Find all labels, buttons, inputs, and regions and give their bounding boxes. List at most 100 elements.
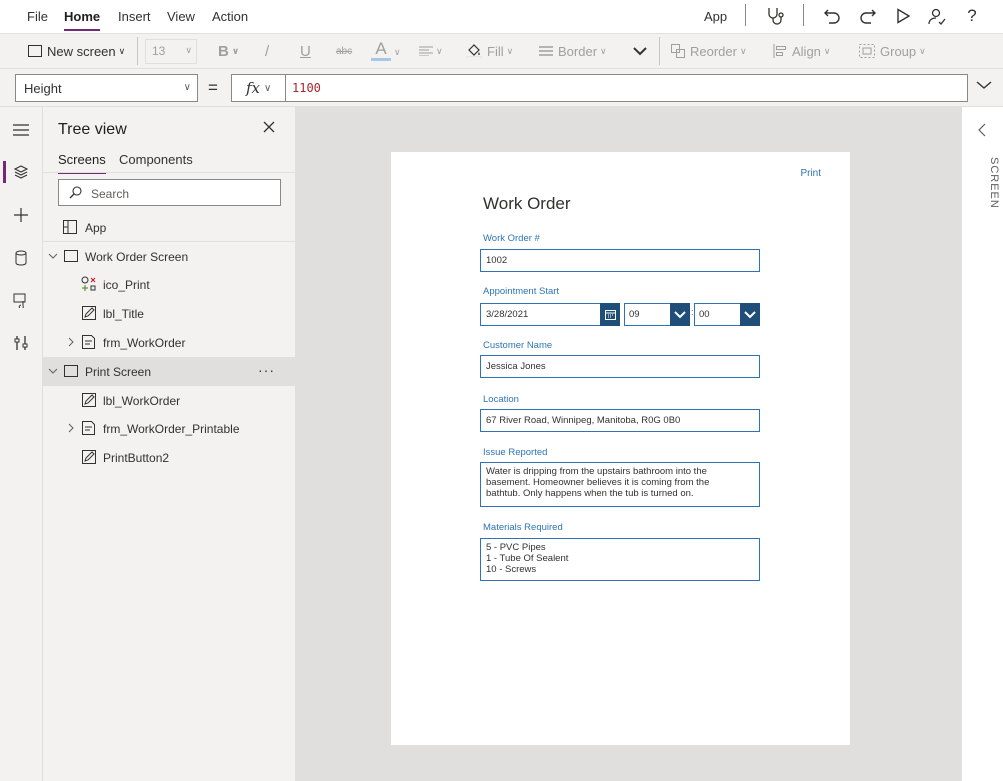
menu-insert[interactable]: Insert [118,9,151,24]
app-checker-icon[interactable] [764,5,786,27]
tab-components[interactable]: Components [119,152,193,167]
border-icon [539,46,553,56]
media-icon[interactable] [10,289,32,311]
divider [745,4,746,26]
tree-item-label: lbl_Title [103,306,144,321]
tree-item-label: ico_Print [103,277,150,292]
customer-name-field[interactable]: Jessica Jones [480,355,760,378]
tree-item-frm-workorder[interactable]: frm_WorkOrder [43,328,296,357]
chevron-down-icon: ∨ [823,45,831,56]
layers-icon[interactable] [10,161,32,183]
tree-item-lbl-workorder[interactable]: lbl_WorkOrder [43,386,296,415]
close-icon[interactable] [263,121,279,137]
new-screen-icon [28,45,42,57]
label-edit-icon [82,306,98,322]
help-icon[interactable]: ? [961,5,983,27]
tree-item-ico-print[interactable]: ico_Print [43,270,296,299]
advanced-tools-icon[interactable] [10,332,32,354]
chevron-down-icon: ∨ [919,45,926,56]
tree-item-print-screen[interactable]: Print Screen ··· [43,357,296,386]
fill-button[interactable]: Fill ∨ [466,34,513,68]
align-button[interactable]: Align ∨ [773,34,831,68]
underline-button[interactable]: U [300,34,311,68]
tree-item-frm-workorder-printable[interactable]: frm_WorkOrder_Printable [43,414,296,443]
search-input[interactable]: Search [58,179,281,206]
menu-action[interactable]: Action [212,9,248,24]
calendar-icon[interactable] [600,303,620,326]
chevron-down-icon: ∨ [264,82,272,94]
issue-reported-label: Issue Reported [483,447,548,458]
ribbon-toolbar: New screen ∨ 13 ∨ B ∨ / U abc A ∨ ∨ Fill ∨ B… [0,33,1003,69]
play-icon[interactable] [892,5,914,27]
insert-plus-icon[interactable] [10,204,32,226]
font-color-button[interactable]: A [371,34,391,68]
print-screen-canvas[interactable]: Print Work Order Work Order # 1002 Appoi… [391,152,850,745]
formula-input[interactable]: 1100 [285,74,968,102]
materials-required-field[interactable]: 5 - PVC Pipes 1 - Tube Of Sealent 10 - S… [480,538,760,581]
chevron-down-icon[interactable]: ∨ [391,35,401,69]
new-screen-button[interactable]: New screen ∨ [28,34,125,68]
chevron-down-icon [633,47,647,56]
share-icon[interactable] [926,5,948,27]
menu-home[interactable]: Home [64,9,101,31]
ribbon-collapse-button[interactable] [632,34,648,68]
tree-item-lbl-title[interactable]: lbl_Title [43,299,296,328]
data-cylinder-icon[interactable] [10,247,32,269]
divider [43,172,296,173]
minute-dropdown[interactable]: 00 [694,303,760,326]
strikethrough-button[interactable]: abc [336,34,352,68]
active-indicator [3,161,6,183]
divider [659,37,660,65]
tab-screens[interactable]: Screens [58,152,106,174]
new-screen-label: New screen [47,43,116,59]
expand-formula-icon[interactable] [975,79,997,97]
work-order-title: Work Order [483,194,571,213]
tree-item-label: lbl_WorkOrder [103,393,181,408]
bold-label: B [218,42,229,60]
divider [803,4,804,26]
italic-label: / [265,42,270,60]
menu-bar: File Home Insert View Action App ? [0,0,1003,33]
tree-item-app[interactable]: App [43,213,296,242]
undo-icon[interactable] [821,5,843,27]
chevron-down-icon: ∨ [183,82,191,93]
border-button[interactable]: Border ∨ [539,34,607,68]
more-options-icon[interactable]: ··· [258,362,275,378]
issue-reported-field[interactable]: Water is dripping from the upstairs bath… [480,462,760,507]
menu-file[interactable]: File [27,9,48,24]
chevron-down-icon[interactable] [48,366,60,378]
location-field[interactable]: 67 River Road, Winnipeg, Manitoba, R0G 0… [480,409,760,432]
tree-item-work-order-screen[interactable]: Work Order Screen [43,242,296,271]
chevron-down-icon [670,303,690,326]
left-rail [0,107,43,781]
chevron-left-icon[interactable] [977,123,987,137]
tree-item-label: PrintButton2 [103,450,170,465]
font-size-value: 13 [152,44,166,58]
tree-item-printbutton2[interactable]: PrintButton2 [43,443,296,472]
print-link[interactable]: Print [800,168,821,179]
hamburger-menu-icon[interactable] [10,119,32,141]
underline-label: U [300,42,311,60]
chevron-right-icon[interactable] [66,423,78,435]
app-menu[interactable]: App [704,9,727,24]
font-size-input[interactable]: 13 ∨ [145,39,197,64]
align-text-icon [419,46,433,56]
chevron-down-icon[interactable] [48,251,60,263]
text-align-button[interactable]: ∨ [419,34,443,68]
work-order-field[interactable]: 1002 [480,249,760,272]
fill-label: Fill [487,43,504,59]
chevron-right-icon[interactable] [66,337,78,349]
materials-required-label: Materials Required [483,522,563,533]
group-button[interactable]: Group ∨ [859,34,926,68]
italic-button[interactable]: / [265,34,269,68]
fx-button[interactable]: fx ∨ [231,74,286,102]
tree-item-label: App [85,220,107,235]
menu-view[interactable]: View [167,9,195,24]
appointment-date-picker[interactable]: 3/28/2021 [480,303,620,326]
reorder-button[interactable]: Reorder ∨ [671,34,747,68]
hour-dropdown[interactable]: 09 [624,303,690,326]
screen-panel-label[interactable]: SCREEN [988,157,1000,209]
bold-button[interactable]: B ∨ [218,34,239,68]
redo-icon[interactable] [857,5,879,27]
property-dropdown[interactable]: Height ∨ [15,74,198,102]
